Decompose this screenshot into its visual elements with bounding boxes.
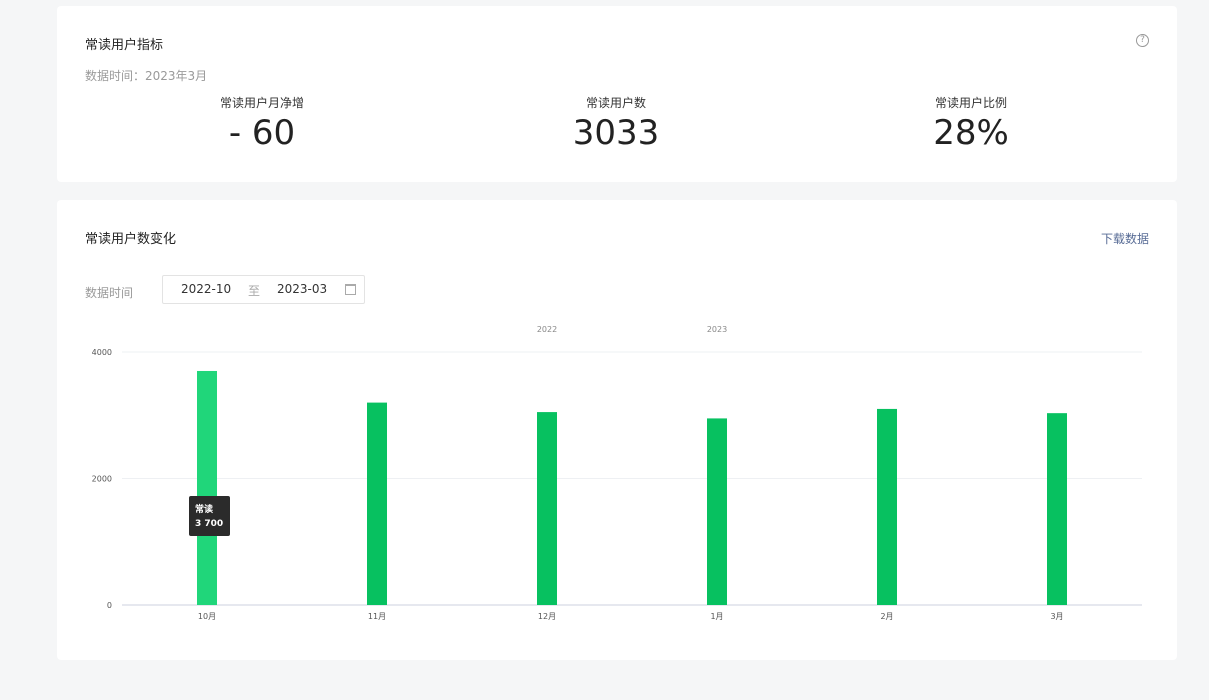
bar bbox=[367, 402, 387, 605]
metric-value: 3033 bbox=[572, 113, 660, 153]
x-tick-label: 11月 bbox=[368, 612, 386, 621]
metric-value: 28% bbox=[933, 113, 1009, 153]
bar bbox=[1047, 413, 1067, 605]
x-tick-label: 3月 bbox=[1050, 612, 1063, 621]
tooltip-value: 3 700 bbox=[195, 519, 223, 529]
bar bbox=[537, 412, 557, 605]
x-tick-label: 1月 bbox=[710, 612, 723, 621]
date-range-picker[interactable]: 2022-10 至 2023-03 bbox=[162, 275, 365, 304]
metric-label: 常读用户数 bbox=[585, 96, 646, 110]
bar bbox=[877, 408, 897, 605]
y-tick-label: 4000 bbox=[92, 348, 112, 357]
filter-label: 数据时间 bbox=[85, 286, 134, 300]
tooltip-series: 常读 bbox=[195, 503, 213, 515]
y-tick-label: 2000 bbox=[92, 475, 112, 484]
trend-title: 常读用户数变化 bbox=[85, 232, 177, 247]
x-tick-label: 10月 bbox=[198, 612, 216, 621]
metric-label: 常读用户月净增 bbox=[219, 96, 304, 110]
calendar-icon[interactable] bbox=[345, 284, 356, 295]
range-separator: 至 bbox=[248, 284, 261, 298]
metric-user-ratio: 常读用户比例 28% bbox=[871, 94, 1071, 153]
y-tick-label: 0 bbox=[107, 601, 112, 610]
indicators-title: 常读用户指标 bbox=[85, 38, 164, 53]
tooltip bbox=[189, 496, 230, 536]
year-label: 2023 bbox=[707, 325, 727, 334]
indicators-card: 常读用户指标 ? 数据时间：2023年3月 常读用户月净增 - 60 常读用户数… bbox=[57, 6, 1177, 182]
x-tick-label: 2月 bbox=[880, 612, 893, 621]
metric-value: - 60 bbox=[228, 113, 296, 153]
range-start[interactable]: 2022-10 bbox=[181, 282, 231, 296]
help-icon[interactable]: ? bbox=[1136, 34, 1149, 47]
bar bbox=[197, 370, 217, 605]
x-tick-label: 12月 bbox=[538, 612, 556, 621]
metric-label: 常读用户比例 bbox=[934, 96, 1007, 110]
data-time-text: 数据时间：2023年3月 bbox=[85, 69, 208, 83]
download-data-link[interactable]: 下载数据 bbox=[1101, 230, 1149, 247]
metric-net-growth: 常读用户月净增 - 60 bbox=[162, 94, 362, 153]
trend-card: 常读用户数变化 下载数据 数据时间 2022-10 至 2023-03 0 200… bbox=[57, 200, 1177, 660]
bar bbox=[707, 418, 727, 605]
bar-chart: 0 2000 4000 10月 11月 12月 1月 2月 3月 2022 2023 常读 3 700 bbox=[92, 325, 1142, 621]
year-label: 2022 bbox=[537, 325, 557, 334]
range-end[interactable]: 2023-03 bbox=[277, 282, 327, 296]
metric-user-count: 常读用户数 3033 bbox=[516, 94, 716, 153]
